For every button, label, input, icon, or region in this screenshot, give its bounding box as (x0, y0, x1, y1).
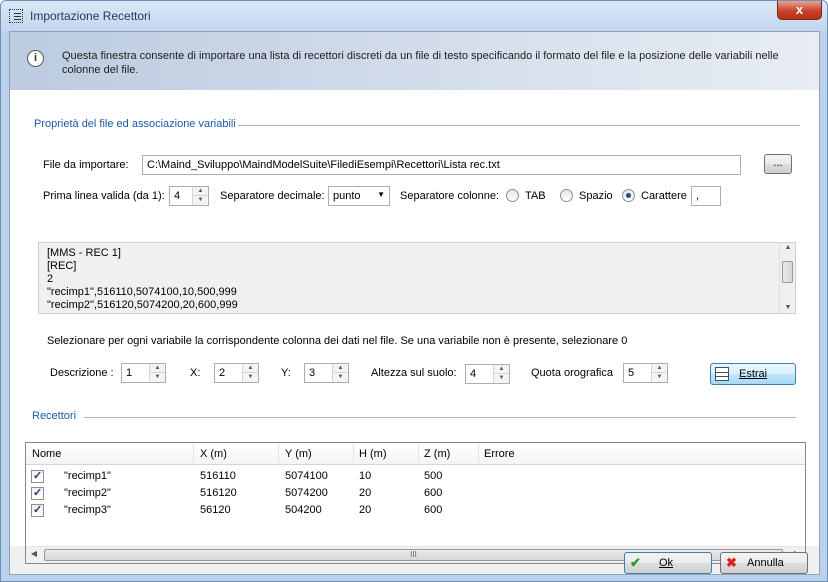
group-divider (238, 125, 800, 126)
column-separator-label: Separatore colonne: (400, 190, 500, 202)
scroll-thumb[interactable] (782, 261, 793, 283)
quota-spinner[interactable]: 5 ▲ ▼ (623, 363, 668, 383)
radio-space[interactable] (560, 189, 573, 202)
file-path-input[interactable]: C:\Maind_Sviluppo\MaindModelSuite\Filedi… (142, 155, 741, 175)
file-preview[interactable]: [MMS - REC 1] [REC] 2 "recimp1",516110,5… (38, 242, 796, 314)
info-banner: i Questa finestra consente di importare … (10, 32, 819, 90)
decimal-separator-select[interactable]: punto ▼ (328, 186, 390, 206)
preview-scrollbar[interactable]: ▲ ▼ (779, 243, 795, 313)
scroll-up-icon[interactable]: ▲ (780, 244, 796, 251)
spin-up-icon[interactable]: ▲ (652, 364, 667, 373)
height-spinner[interactable]: 4 ▲ ▼ (465, 364, 510, 384)
table-row[interactable]: "recimp2" 516120 5074200 20 600 (26, 485, 805, 502)
info-icon: i (27, 50, 44, 67)
file-properties-group-title: Proprietà del file ed associazione varia… (34, 118, 236, 130)
first-line-label: Prima linea valida (da 1): (43, 190, 165, 202)
table-row[interactable]: "recimp1" 516110 5074100 10 500 (26, 468, 805, 485)
close-button[interactable]: x (777, 1, 822, 20)
separator-character-input[interactable]: , (691, 186, 721, 206)
app-icon (9, 9, 23, 23)
ok-button[interactable]: ✔ Ok (624, 552, 712, 574)
group-divider (84, 417, 796, 418)
dialog-client: i Questa finestra consente di importare … (9, 31, 820, 575)
spin-up-icon[interactable]: ▲ (150, 364, 165, 373)
receivers-group-title: Recettori (32, 410, 77, 422)
radio-tab-label: TAB (525, 190, 546, 202)
receivers-list[interactable]: Nome X (m) Y (m) H (m) Z (m) Errore "rec… (25, 442, 806, 564)
cancel-button[interactable]: ✖ Annulla (720, 552, 808, 574)
main-panel: Proprietà del file ed associazione varia… (10, 90, 819, 564)
radio-character[interactable] (622, 189, 635, 202)
table-icon (715, 367, 729, 381)
decimal-separator-value: punto (333, 190, 361, 202)
chevron-down-icon: ▼ (377, 190, 385, 199)
first-line-spinner[interactable]: 4 ▲ ▼ (169, 186, 209, 206)
height-label: Altezza sul suolo: (371, 367, 457, 379)
row-checkbox[interactable] (31, 469, 44, 483)
spin-up-icon[interactable]: ▲ (494, 365, 509, 374)
info-text: Questa finestra consente di importare un… (62, 50, 779, 76)
spin-down-icon[interactable]: ▼ (333, 373, 348, 382)
row-checkbox[interactable] (31, 486, 44, 500)
extract-button[interactable]: Estrai (710, 363, 796, 385)
description-label: Descrizione : (50, 367, 114, 379)
col-errore[interactable]: Errore (484, 448, 515, 460)
spin-down-icon[interactable]: ▼ (243, 373, 258, 382)
title-bar[interactable]: Importazione Recettori x (1, 1, 827, 31)
spin-up-icon[interactable]: ▲ (333, 364, 348, 373)
window-title: Importazione Recettori (30, 9, 151, 23)
radio-space-label: Spazio (579, 190, 613, 202)
file-label: File da importare: (43, 159, 129, 171)
first-line-value: 4 (174, 190, 181, 202)
list-header: Nome X (m) Y (m) H (m) Z (m) Errore (26, 443, 805, 465)
radio-tab[interactable] (506, 189, 519, 202)
x-spinner[interactable]: 2 ▲ ▼ (214, 363, 259, 383)
spin-down-icon[interactable]: ▼ (494, 374, 509, 383)
description-spinner[interactable]: 1 ▲ ▼ (121, 363, 166, 383)
decimal-separator-label: Separatore decimale: (220, 190, 325, 202)
cancel-x-icon: ✖ (726, 555, 737, 570)
preview-text: [MMS - REC 1] [REC] 2 "recimp1",516110,5… (47, 247, 238, 311)
table-row[interactable]: "recimp3" 56120 504200 20 600 (26, 502, 805, 519)
spin-down-icon[interactable]: ▼ (652, 373, 667, 382)
spin-down-icon[interactable]: ▼ (193, 196, 208, 205)
x-label: X: (190, 367, 201, 379)
radio-character-label: Carattere (641, 190, 687, 202)
col-z[interactable]: Z (m) (424, 448, 450, 460)
col-h[interactable]: H (m) (359, 448, 387, 460)
spin-up-icon[interactable]: ▲ (243, 364, 258, 373)
scroll-left-icon[interactable]: ◀ (26, 549, 42, 558)
col-nome[interactable]: Nome (32, 448, 61, 460)
mapping-instruction: Selezionare per ogni variabile la corris… (47, 335, 628, 347)
y-spinner[interactable]: 3 ▲ ▼ (304, 363, 349, 383)
scroll-down-icon[interactable]: ▼ (780, 304, 796, 311)
col-x[interactable]: X (m) (200, 448, 227, 460)
checkmark-icon: ✔ (630, 555, 641, 570)
spin-down-icon[interactable]: ▼ (150, 373, 165, 382)
import-receivers-window: Importazione Recettori x i Questa finest… (0, 0, 828, 582)
browse-button[interactable]: ... (764, 154, 792, 174)
row-checkbox[interactable] (31, 503, 44, 517)
y-label: Y: (281, 367, 291, 379)
spin-up-icon[interactable]: ▲ (193, 187, 208, 196)
quota-label: Quota orografica (531, 367, 613, 379)
col-y[interactable]: Y (m) (285, 448, 312, 460)
